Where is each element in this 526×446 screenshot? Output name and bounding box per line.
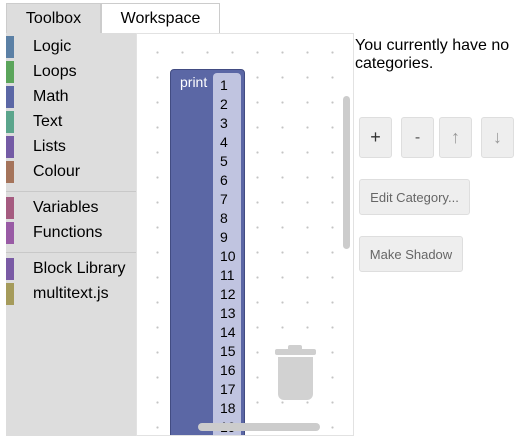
text-line: 10	[220, 248, 236, 264]
category-color-swatch	[6, 283, 14, 305]
category-text[interactable]: Text	[6, 111, 136, 133]
category-label: Lists	[33, 138, 66, 155]
vertical-scrollbar[interactable]	[343, 96, 350, 249]
no-categories-message: You currently have no categories.	[355, 37, 510, 72]
category-color-swatch	[6, 136, 14, 158]
category-math[interactable]: Math	[6, 86, 136, 108]
workspace-canvas[interactable]: print 1 2 3 4 5 6 7 8 9 10 11 12 13 14 1…	[136, 33, 354, 436]
toolbox-separator	[6, 191, 136, 192]
category-color-swatch	[6, 222, 14, 244]
category-color-swatch	[6, 86, 14, 108]
category-label: Loops	[33, 63, 77, 80]
category-label: Block Library	[33, 260, 126, 277]
text-line: 17	[220, 381, 236, 397]
category-label: Variables	[33, 199, 99, 216]
edit-category-button[interactable]: Edit Category...	[359, 179, 470, 215]
category-variables[interactable]: Variables	[6, 197, 136, 219]
category-color-swatch	[6, 36, 14, 58]
text-line: 15	[220, 343, 236, 359]
tab-workspace[interactable]: Workspace	[101, 3, 220, 33]
text-line: 4	[220, 134, 228, 150]
category-color-swatch	[6, 258, 14, 280]
category-functions[interactable]: Functions	[6, 222, 136, 244]
text-line: 6	[220, 172, 228, 188]
category-loops[interactable]: Loops	[6, 61, 136, 83]
text-line: 3	[220, 115, 228, 131]
category-label: Colour	[33, 163, 81, 180]
category-label: Text	[33, 113, 63, 130]
category-color-swatch	[6, 161, 14, 183]
category-label: Math	[33, 88, 69, 105]
text-line: 13	[220, 305, 236, 321]
text-line: 8	[220, 210, 228, 226]
category-color-swatch	[6, 111, 14, 133]
category-colour[interactable]: Colour	[6, 161, 136, 183]
text-line: 2	[220, 96, 228, 112]
trash-body	[278, 357, 313, 400]
toolbox-panel: Logic Loops Math Text Lists Colour Varia…	[6, 33, 136, 436]
tab-toolbox[interactable]: Toolbox	[6, 3, 101, 33]
category-color-swatch	[6, 197, 14, 219]
make-shadow-button[interactable]: Make Shadow	[359, 236, 463, 272]
category-label: Logic	[33, 38, 72, 55]
text-line: 11	[220, 267, 235, 283]
category-multitext[interactable]: multitext.js	[6, 283, 136, 305]
remove-category-button[interactable]: -	[401, 117, 434, 158]
tab-bar: Toolbox Workspace	[6, 3, 220, 33]
text-line: 1	[220, 77, 228, 93]
category-lists[interactable]: Lists	[6, 136, 136, 158]
category-label: multitext.js	[33, 285, 109, 302]
multiline-text-field[interactable]: 1 2 3 4 5 6 7 8 9 10 11 12 13 14 15 16 1…	[213, 73, 241, 435]
block-label: print	[180, 74, 208, 90]
text-line: 12	[220, 286, 236, 302]
trash-lid	[275, 349, 316, 355]
text-line: 18	[220, 400, 236, 416]
text-line: 16	[220, 362, 236, 378]
text-line: 7	[220, 191, 228, 207]
category-label: Functions	[33, 224, 103, 241]
text-line: 9	[220, 229, 228, 245]
toolbox-separator	[6, 252, 136, 253]
horizontal-scrollbar[interactable]	[198, 423, 320, 431]
print-block[interactable]: print 1 2 3 4 5 6 7 8 9 10 11 12 13 14 1…	[170, 69, 245, 435]
move-up-button[interactable]: ↑	[439, 117, 472, 158]
category-color-swatch	[6, 61, 14, 83]
text-line: 5	[220, 153, 228, 169]
add-category-button[interactable]: +	[359, 117, 392, 158]
category-block-library[interactable]: Block Library	[6, 258, 136, 280]
move-down-button[interactable]: ↓	[481, 117, 514, 158]
category-logic[interactable]: Logic	[6, 36, 136, 58]
text-line: 14	[220, 324, 236, 340]
